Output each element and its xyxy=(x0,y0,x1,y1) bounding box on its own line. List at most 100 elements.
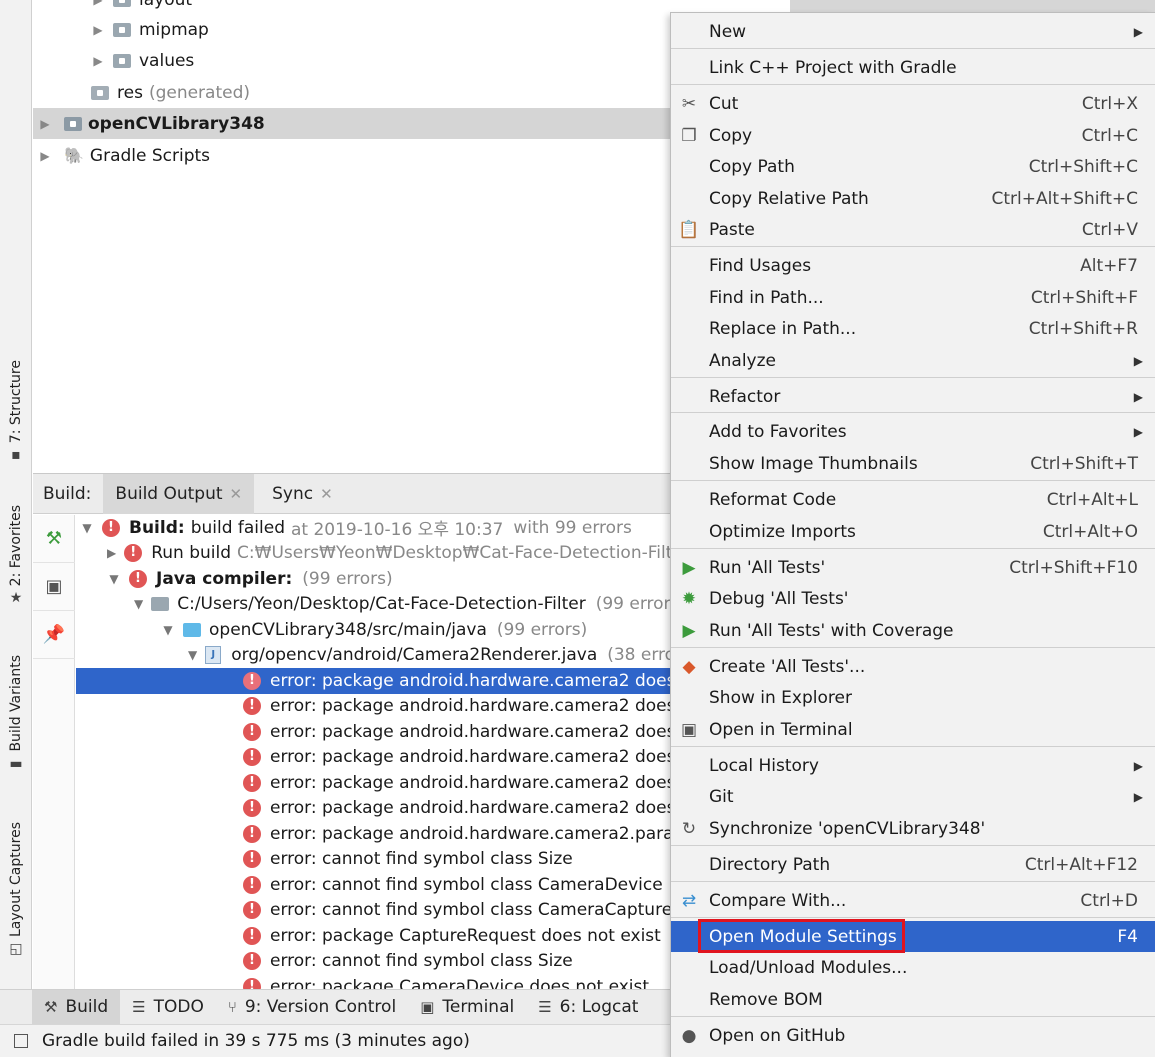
tree-row-gradle-scripts[interactable]: ▶ 🐘 Gradle Scripts xyxy=(33,140,673,171)
expand-arrow-icon[interactable]: ▶ xyxy=(91,0,105,7)
error-icon: ! xyxy=(243,722,261,741)
menu-item-add-to-favorites[interactable]: Add to Favorites ▶ xyxy=(671,416,1155,447)
tree-row-opencvlibrary348[interactable]: ▶ openCVLibrary348 xyxy=(33,108,673,139)
menu-item-paste[interactable]: 📋 Paste Ctrl+V xyxy=(671,214,1155,245)
toggle-view-icon[interactable]: ▣ xyxy=(33,563,75,611)
expand-arrow-icon[interactable]: ▶ xyxy=(91,23,105,37)
menu-item-open-in-terminal[interactable]: ▣ Open in Terminal xyxy=(671,714,1155,745)
collapse-arrow-icon[interactable]: ▼ xyxy=(134,597,143,611)
error-message: error: cannot find symbol class Size xyxy=(270,849,573,870)
layout-captures-tab[interactable]: Layout Captures ◱ xyxy=(0,822,32,957)
java-compiler-row[interactable]: ▼ ! Java compiler: (99 errors) xyxy=(76,566,673,592)
menu-item-show-in-explorer[interactable]: Show in Explorer xyxy=(671,682,1155,713)
menu-item-local-history[interactable]: Local History ▶ xyxy=(671,750,1155,781)
error-row[interactable]: ! error: cannot find symbol class CameraC… xyxy=(76,898,673,924)
error-icon: ! xyxy=(102,518,120,537)
structure-tab[interactable]: 7: Structure ▪ xyxy=(0,360,32,463)
menu-item-find-in-path[interactable]: Find in Path... Ctrl+Shift+F xyxy=(671,282,1155,313)
expand-arrow-icon[interactable]: ▶ xyxy=(91,54,105,68)
terminal-tool-button[interactable]: ▣ Terminal xyxy=(408,990,526,1025)
tab-sync[interactable]: Sync ✕ xyxy=(260,474,345,514)
menu-item-debug-all-tests[interactable]: ✹ Debug 'All Tests' xyxy=(671,583,1155,614)
error-message: error: cannot find symbol class CameraDe… xyxy=(270,874,663,895)
menu-item-open-on-github[interactable]: ● Open on GitHub xyxy=(671,1020,1155,1051)
menu-item-copy[interactable]: ❐ Copy Ctrl+C xyxy=(671,120,1155,151)
build-result-row[interactable]: ▼ ! Build: build failed at 2019-10-16 오후… xyxy=(76,515,673,541)
error-row[interactable]: ! error: cannot find symbol class CameraD… xyxy=(76,872,673,898)
tree-row-mipmap[interactable]: ▶ mipmap xyxy=(33,14,673,45)
menu-item-label: Optimize Imports xyxy=(709,521,856,542)
menu-item-analyze[interactable]: Analyze ▶ xyxy=(671,345,1155,376)
run-build-row[interactable]: ▶ ! Run build C:₩Users₩Yeon₩Desktop₩Cat-… xyxy=(76,541,673,567)
menu-item-link-c-project-with-gradle[interactable]: Link C++ Project with Gradle xyxy=(671,52,1155,83)
tree-row-values[interactable]: ▶ values xyxy=(33,45,673,76)
menu-item-synchronize-opencvlibrary348[interactable]: ↻ Synchronize 'openCVLibrary348' xyxy=(671,813,1155,844)
submenu-arrow-icon: ▶ xyxy=(1133,789,1143,804)
favorites-tab[interactable]: 2: Favorites ★ xyxy=(0,505,32,606)
folder-icon xyxy=(113,53,131,68)
close-icon[interactable]: ✕ xyxy=(320,485,333,503)
menu-item-run-all-tests-with-coverage[interactable]: ▶ Run 'All Tests' with Coverage xyxy=(671,615,1155,646)
hammer-icon[interactable]: ⚒ xyxy=(33,515,75,563)
source-path-count: (99 errors) xyxy=(496,619,588,640)
project-path-row[interactable]: ▼ C:/Users/Yeon/Desktop/Cat-Face-Detecti… xyxy=(76,592,673,618)
error-row[interactable]: ! error: cannot find symbol class Size xyxy=(76,847,673,873)
source-path-row[interactable]: ▼ openCVLibrary348/src/main/java (99 err… xyxy=(76,617,673,643)
error-message: error: package CaptureRequest does not e… xyxy=(270,925,661,946)
collapse-arrow-icon[interactable]: ▼ xyxy=(80,521,94,535)
tab-build-output[interactable]: Build Output ✕ xyxy=(103,473,255,514)
menu-item-refactor[interactable]: Refactor ▶ xyxy=(671,381,1155,412)
expand-arrow-icon[interactable]: ▶ xyxy=(38,149,52,163)
menu-item-label: Directory Path xyxy=(709,854,831,875)
tree-row-layout[interactable]: ▶ layout xyxy=(33,0,673,15)
source-folder-icon xyxy=(183,622,201,637)
menu-item-load-unload-modules[interactable]: Load/Unload Modules... xyxy=(671,952,1155,983)
collapse-arrow-icon[interactable]: ▼ xyxy=(188,648,197,662)
collapse-arrow-icon[interactable]: ▼ xyxy=(161,623,175,637)
error-row[interactable]: ! error: package android.hardware.camera2… xyxy=(76,821,673,847)
logcat-tool-button[interactable]: ☰ 6: Logcat xyxy=(526,990,650,1025)
java-file-row[interactable]: ▼ J org/opencv/android/Camera2Renderer.j… xyxy=(76,643,673,669)
tree-row-res[interactable]: res (generated) xyxy=(33,77,673,108)
error-row[interactable]: ! error: package CaptureRequest does not … xyxy=(76,923,673,949)
pin-icon[interactable]: 📌 xyxy=(33,611,75,659)
error-row[interactable]: ! error: package android.hardware.camera2… xyxy=(76,770,673,796)
error-row[interactable]: ! error: cannot find symbol class Size xyxy=(76,949,673,975)
todo-tool-button[interactable]: ☰ TODO xyxy=(120,990,216,1025)
tool-windows-toggle-icon[interactable] xyxy=(14,1034,28,1048)
menu-item-label: New xyxy=(709,21,747,42)
github-icon: ● xyxy=(681,1025,697,1046)
menu-item-show-image-thumbnails[interactable]: Show Image Thumbnails Ctrl+Shift+T xyxy=(671,448,1155,479)
menu-item-reformat-code[interactable]: Reformat Code Ctrl+Alt+L xyxy=(671,484,1155,515)
build-panel: Build: Build Output ✕ Sync ✕ ⚒ ▣ 📌 ▼ ! B… xyxy=(33,473,673,990)
menu-item-compare-with[interactable]: ⇄ Compare With... Ctrl+D xyxy=(671,885,1155,916)
menu-item-replace-in-path[interactable]: Replace in Path... Ctrl+Shift+R xyxy=(671,313,1155,344)
menu-item-copy-path[interactable]: Copy Path Ctrl+Shift+C xyxy=(671,151,1155,182)
build-variants-tab[interactable]: Build Variants ▬ xyxy=(0,655,32,772)
collapse-arrow-icon[interactable]: ▼ xyxy=(107,572,121,586)
error-row[interactable]: ! error: package android.hardware.camera2… xyxy=(76,668,673,694)
menu-item-directory-path[interactable]: Directory Path Ctrl+Alt+F12 xyxy=(671,849,1155,880)
menu-item-run-all-tests[interactable]: ▶ Run 'All Tests' Ctrl+Shift+F10 xyxy=(671,552,1155,583)
version-control-tool-button[interactable]: ⑂ 9: Version Control xyxy=(216,990,408,1025)
folder-icon xyxy=(113,0,131,7)
expand-arrow-icon[interactable]: ▶ xyxy=(107,546,116,560)
menu-item-shortcut: Ctrl+D xyxy=(1080,890,1138,911)
error-row[interactable]: ! error: package android.hardware.camera2… xyxy=(76,694,673,720)
menu-item-create-all-tests[interactable]: ◆ Create 'All Tests'... xyxy=(671,651,1155,682)
error-row[interactable]: ! error: package CameraDevice does not ex… xyxy=(76,974,673,989)
error-row[interactable]: ! error: package android.hardware.camera2… xyxy=(76,796,673,822)
menu-item-copy-relative-path[interactable]: Copy Relative Path Ctrl+Alt+Shift+C xyxy=(671,183,1155,214)
menu-item-cut[interactable]: ✂ Cut Ctrl+X xyxy=(671,88,1155,119)
menu-item-find-usages[interactable]: Find Usages Alt+F7 xyxy=(671,250,1155,281)
menu-item-git[interactable]: Git ▶ xyxy=(671,781,1155,812)
close-icon[interactable]: ✕ xyxy=(230,485,243,503)
expand-arrow-icon[interactable]: ▶ xyxy=(38,117,52,131)
menu-item-new[interactable]: New ▶ xyxy=(671,16,1155,47)
error-row[interactable]: ! error: package android.hardware.camera2… xyxy=(76,745,673,771)
error-row[interactable]: ! error: package android.hardware.camera2… xyxy=(76,719,673,745)
build-tool-button[interactable]: ⚒ Build xyxy=(32,989,121,1025)
menu-item-remove-bom[interactable]: Remove BOM xyxy=(671,984,1155,1015)
menu-item-optimize-imports[interactable]: Optimize Imports Ctrl+Alt+O xyxy=(671,516,1155,547)
menu-item-shortcut: Alt+F7 xyxy=(1080,255,1138,276)
